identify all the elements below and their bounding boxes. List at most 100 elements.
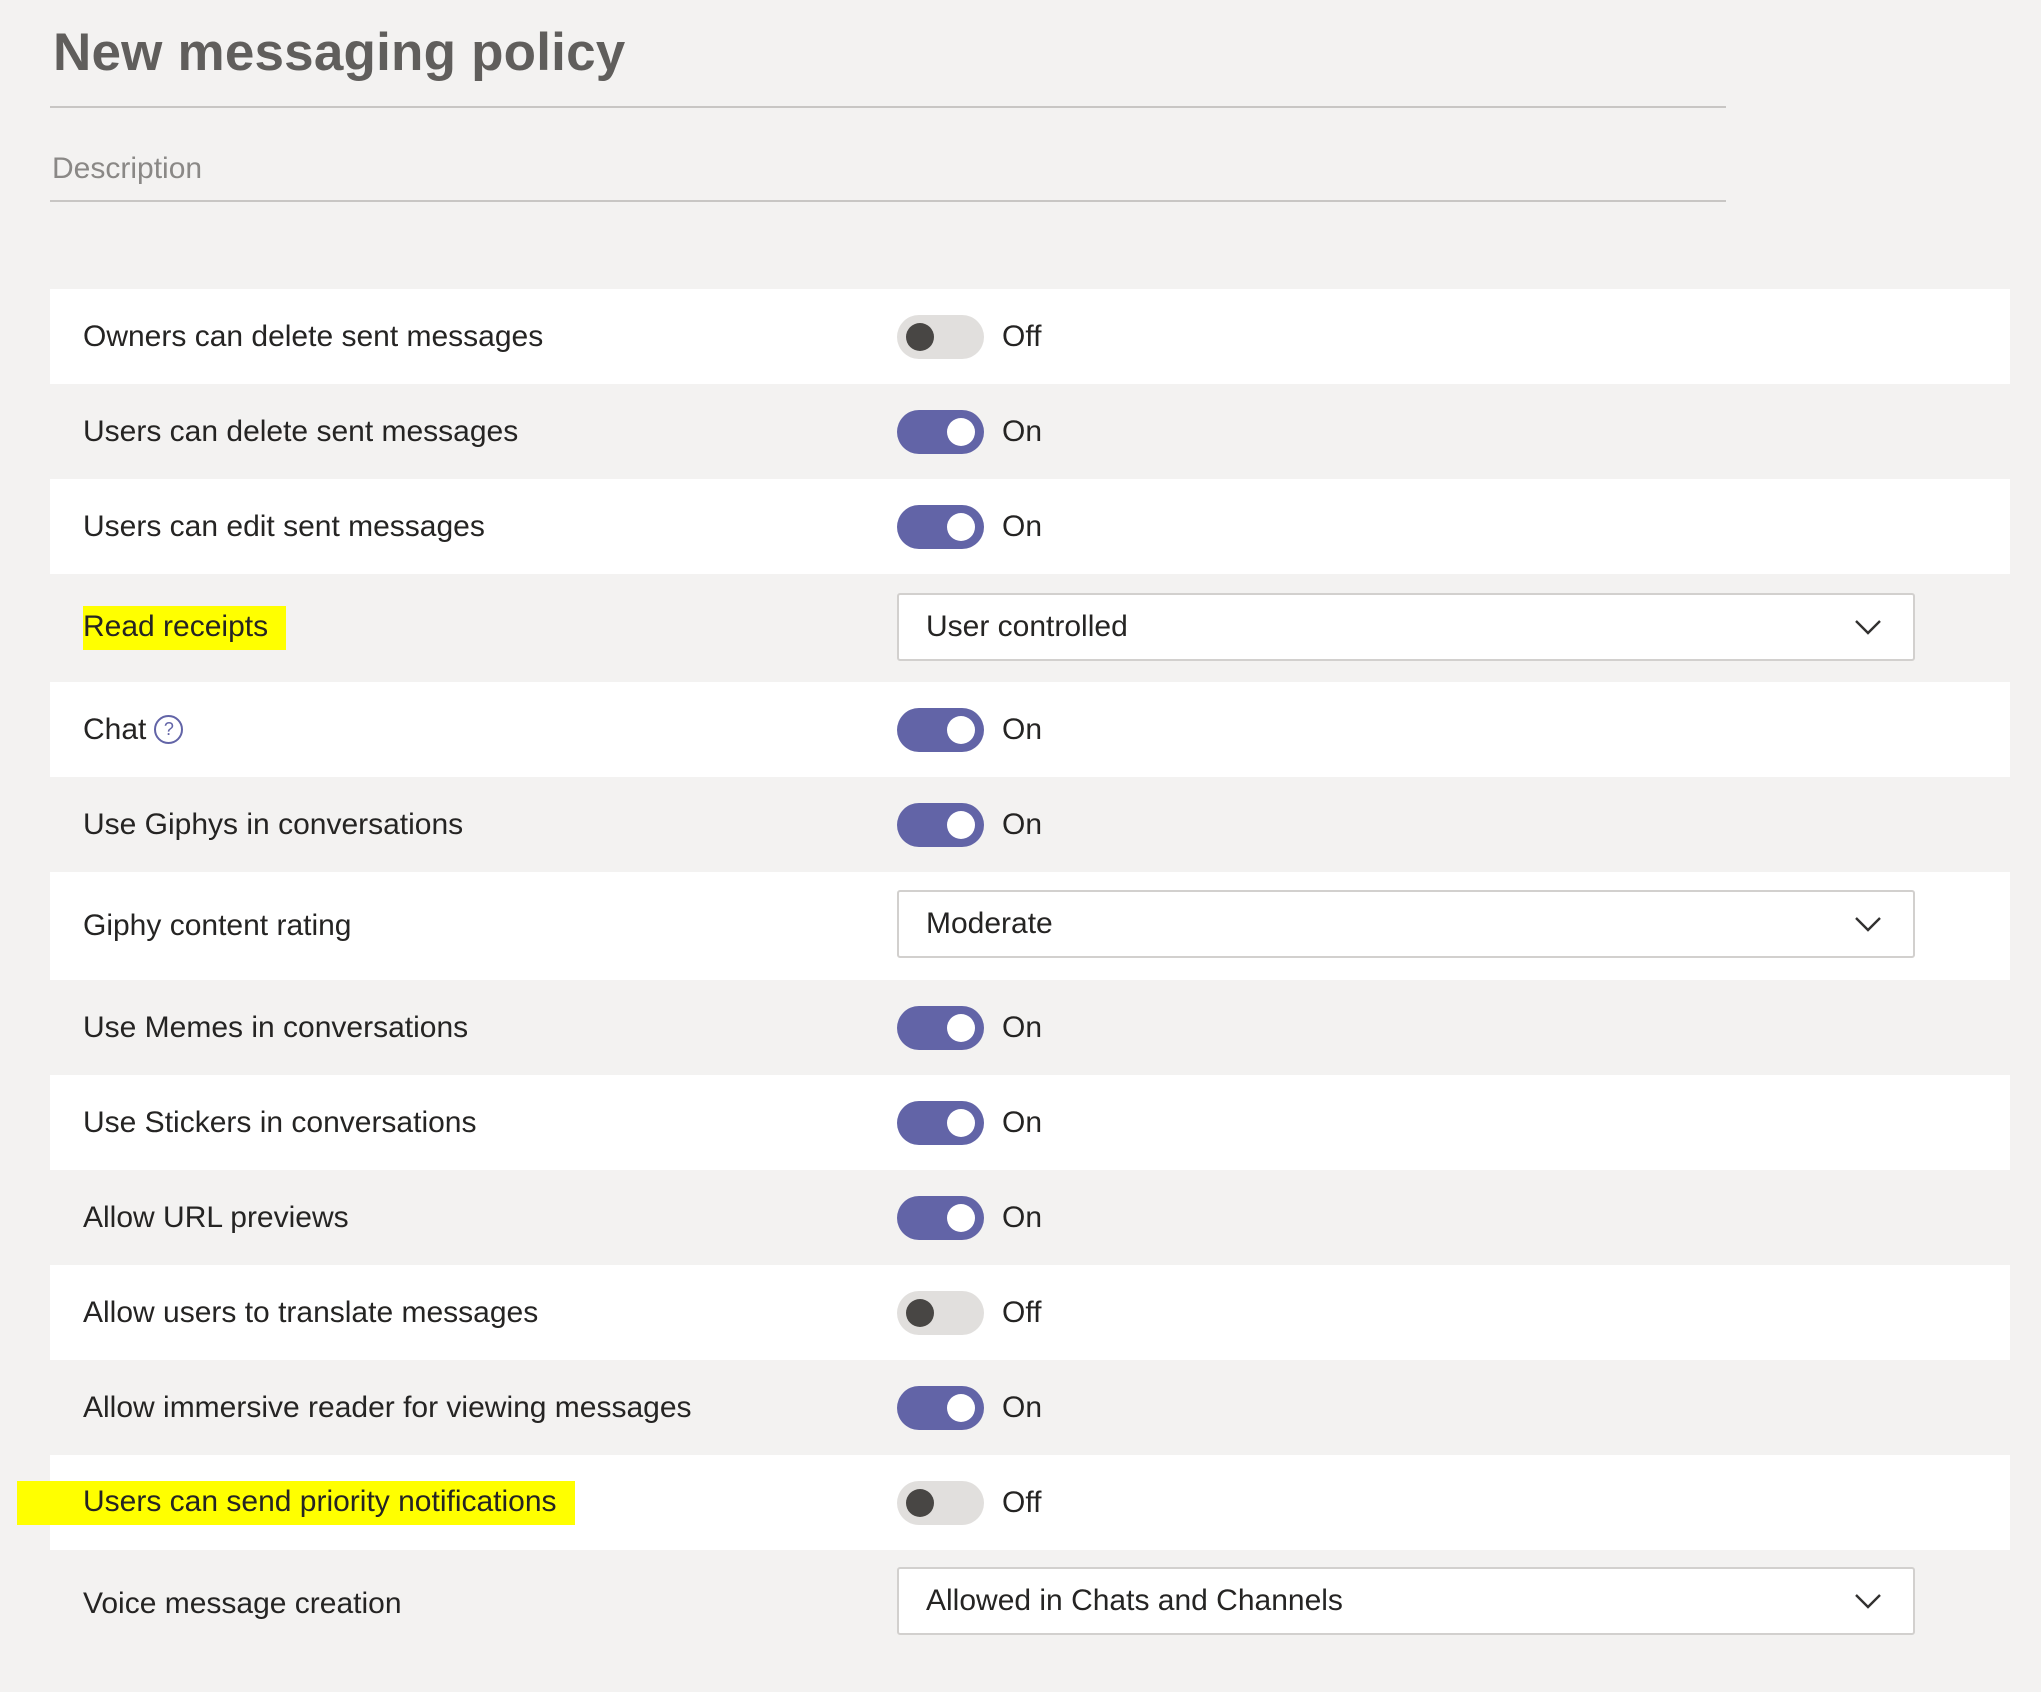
setting-row: Owners can delete sent messages Off <box>50 289 2010 384</box>
toggle-state-label: On <box>1002 414 1043 448</box>
setting-label: Read receipts <box>83 606 287 650</box>
setting-label-wrap: Allow users to translate messages <box>83 1265 538 1360</box>
dropdown-select[interactable]: User controlled <box>897 593 1915 661</box>
setting-label: Allow users to translate messages <box>83 1295 539 1329</box>
toggle-knob <box>947 1108 975 1137</box>
toggle-state-label: On <box>1002 509 1043 543</box>
setting-row: Users can edit sent messages On <box>50 479 2010 574</box>
setting-row: Allow immersive reader for viewing messa… <box>50 1360 2010 1455</box>
setting-label-wrap: Use Giphys in conversations <box>83 777 463 872</box>
toggle-switch[interactable] <box>897 707 984 752</box>
setting-label: Allow immersive reader for viewing messa… <box>83 1390 692 1424</box>
toggle-state-label: On <box>1002 1010 1043 1044</box>
toggle-knob <box>906 322 934 351</box>
toggle-wrap: Off <box>897 1265 1041 1360</box>
setting-label: Use Memes in conversations <box>83 1010 469 1044</box>
title-divider <box>50 106 1726 108</box>
toggle-state-label: On <box>1002 1200 1043 1234</box>
setting-row: Use Giphys in conversations On <box>50 777 2010 872</box>
setting-row: Allow users to translate messages Off <box>50 1265 2010 1360</box>
toggle-switch[interactable] <box>897 314 984 359</box>
setting-label: Voice message creation <box>83 1587 402 1620</box>
toggle-knob <box>906 1488 934 1517</box>
setting-row: Use Stickers in conversations On <box>50 1075 2010 1170</box>
setting-row: Chat? On <box>50 682 2010 777</box>
setting-row: Use Memes in conversations On <box>50 980 2010 1075</box>
chevron-down-icon <box>1855 1594 1881 1609</box>
toggle-switch[interactable] <box>897 802 984 847</box>
setting-label-wrap: Users can send priority notifications <box>17 1455 575 1550</box>
description-input[interactable] <box>50 138 1726 202</box>
setting-label-wrap: Voice message creation <box>83 1550 402 1658</box>
page-title: New messaging policy <box>53 23 626 82</box>
setting-row: Allow URL previews On <box>50 1170 2010 1265</box>
setting-label-wrap: Use Stickers in conversations <box>83 1075 477 1170</box>
toggle-state-label: On <box>1002 1390 1043 1424</box>
setting-row: Users can send priority notifications Off <box>17 1455 2010 1550</box>
setting-label: Users can edit sent messages <box>83 509 485 543</box>
toggle-state-label: Off <box>1002 1295 1042 1329</box>
toggle-switch[interactable] <box>897 1100 984 1145</box>
toggle-switch[interactable] <box>897 1005 984 1050</box>
setting-label: Chat <box>83 712 147 746</box>
setting-row: Users can delete sent messages On <box>50 384 2010 479</box>
setting-label: Allow URL previews <box>83 1200 349 1234</box>
toggle-switch[interactable] <box>897 1480 984 1525</box>
toggle-wrap: On <box>897 682 1042 777</box>
setting-label-wrap: Allow URL previews <box>83 1170 349 1265</box>
toggle-state-label: Off <box>1002 319 1042 353</box>
setting-row: Giphy content rating Moderate <box>50 872 2010 980</box>
toggle-knob <box>947 512 975 541</box>
toggle-knob <box>947 1013 975 1042</box>
toggle-wrap: On <box>897 479 1042 574</box>
setting-label: Use Giphys in conversations <box>83 807 464 841</box>
toggle-switch[interactable] <box>897 1385 984 1430</box>
setting-label-wrap: Users can edit sent messages <box>83 479 485 574</box>
toggle-state-label: On <box>1002 712 1043 746</box>
toggle-wrap: Off <box>897 1455 1041 1550</box>
setting-row: Read receipts User controlled <box>50 574 2010 682</box>
toggle-switch[interactable] <box>897 409 984 454</box>
toggle-wrap: On <box>897 1075 1042 1170</box>
setting-label-wrap: Read receipts <box>83 574 287 682</box>
toggle-state-label: On <box>1002 1105 1043 1139</box>
dropdown-value: Allowed in Chats and Channels <box>926 1584 1343 1617</box>
chevron-down-icon <box>1855 917 1881 932</box>
setting-label-wrap: Owners can delete sent messages <box>83 289 543 384</box>
dropdown-value: Moderate <box>926 907 1053 940</box>
help-icon[interactable]: ? <box>154 715 184 744</box>
setting-label-wrap: Use Memes in conversations <box>83 980 468 1075</box>
setting-label-wrap: Allow immersive reader for viewing messa… <box>83 1360 692 1455</box>
setting-label: Users can delete sent messages <box>83 414 519 448</box>
setting-row: Voice message creation Allowed in Chats a… <box>50 1550 2010 1658</box>
setting-label-wrap: Giphy content rating <box>83 872 352 980</box>
toggle-knob <box>947 417 975 446</box>
dropdown-value: User controlled <box>926 610 1128 643</box>
settings-list: Owners can delete sent messages Off Users … <box>17 289 2010 1658</box>
toggle-switch[interactable] <box>897 504 984 549</box>
setting-label: Giphy content rating <box>83 909 352 942</box>
toggle-state-label: On <box>1002 807 1043 841</box>
setting-label-wrap: Users can delete sent messages <box>83 384 518 479</box>
setting-label: Use Stickers in conversations <box>83 1105 477 1139</box>
setting-label: Users can send priority notifications <box>17 1480 575 1525</box>
toggle-wrap: Off <box>897 289 1041 384</box>
toggle-switch[interactable] <box>897 1290 984 1335</box>
toggle-wrap: On <box>897 1360 1042 1455</box>
dropdown-select[interactable]: Allowed in Chats and Channels <box>897 1567 1915 1635</box>
toggle-switch[interactable] <box>897 1195 984 1240</box>
toggle-knob <box>947 1393 975 1422</box>
toggle-wrap: On <box>897 384 1042 479</box>
dropdown-select[interactable]: Moderate <box>897 890 1915 958</box>
setting-label: Owners can delete sent messages <box>83 319 544 353</box>
toggle-wrap: On <box>897 1170 1042 1265</box>
toggle-wrap: On <box>897 777 1042 872</box>
toggle-state-label: Off <box>1002 1485 1042 1519</box>
setting-label-wrap: Chat? <box>83 682 184 777</box>
toggle-knob <box>947 715 975 744</box>
toggle-wrap: On <box>897 980 1042 1075</box>
toggle-knob <box>906 1298 934 1327</box>
chevron-down-icon <box>1855 620 1881 635</box>
toggle-knob <box>947 1203 975 1232</box>
toggle-knob <box>947 810 975 839</box>
